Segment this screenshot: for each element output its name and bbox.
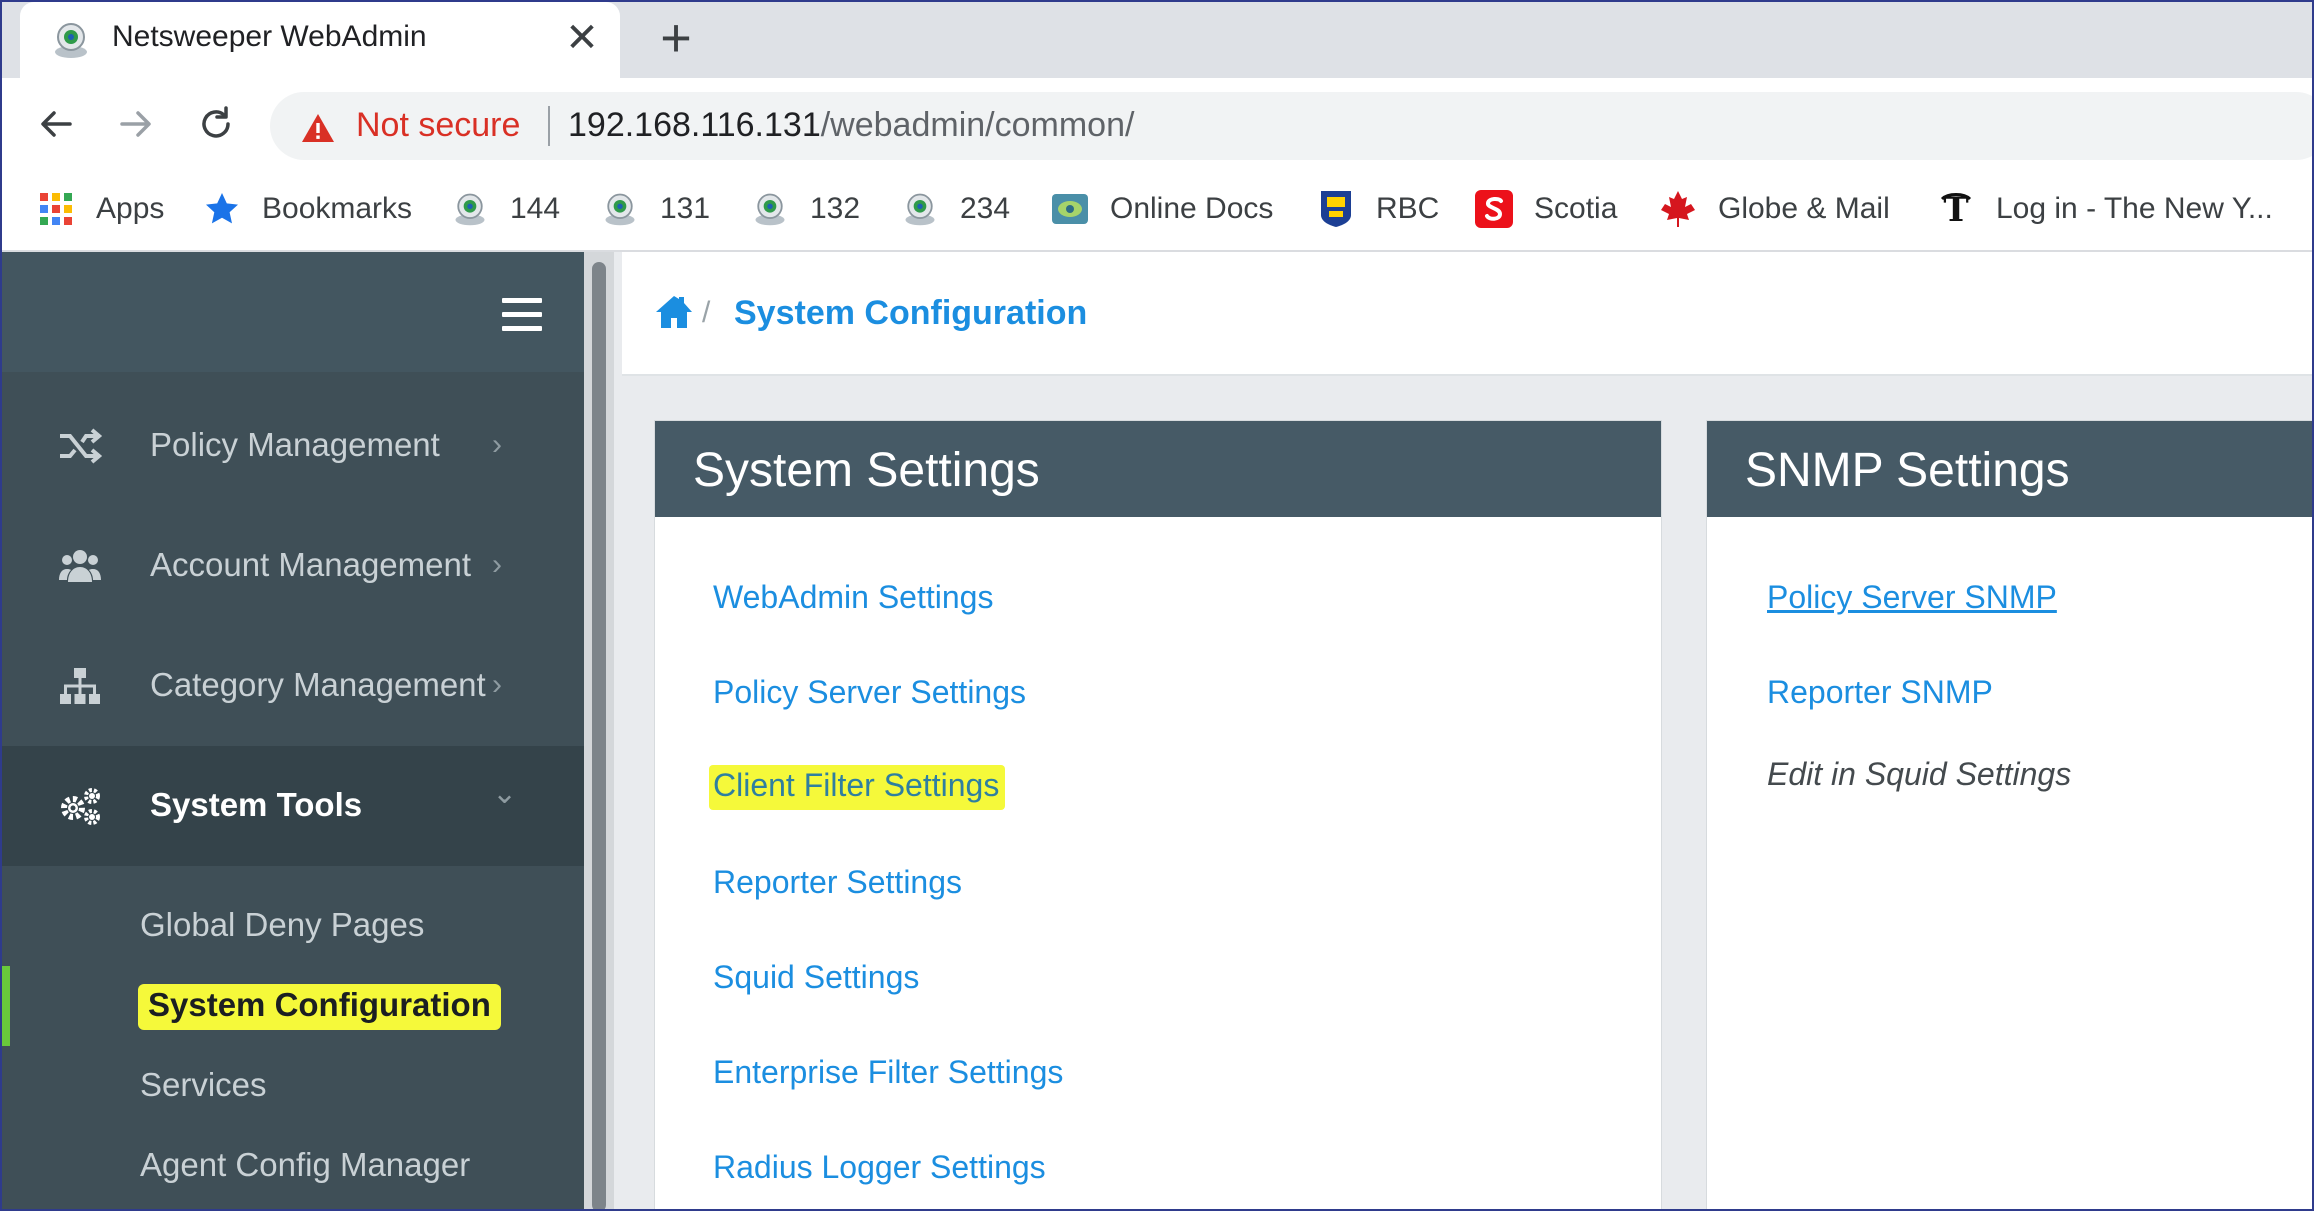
browser-tab-strip: Netsweeper WebAdmin ✕ + — [2, 2, 2312, 78]
browser-tab[interactable]: Netsweeper WebAdmin ✕ — [20, 2, 620, 78]
menu-label: Category Management — [150, 666, 486, 703]
breadcrumb: / System Configuration — [622, 252, 2312, 376]
bookmark-label: 131 — [660, 192, 711, 225]
tab-close-icon[interactable]: ✕ — [560, 14, 604, 62]
security-indicator[interactable]: Not secure — [356, 106, 520, 145]
bookmark-131[interactable]: 131 — [600, 186, 710, 232]
maple-leaf-icon — [1658, 189, 1698, 229]
menu-label: System Tools — [150, 786, 363, 823]
apps-grid-icon — [36, 189, 76, 229]
panel-title: SNMP Settings — [1707, 421, 2312, 517]
active-item-indicator — [2, 966, 10, 1046]
bookmark-label: Log in - The New Y... — [1996, 192, 2273, 225]
chevron-right-icon: › — [492, 548, 502, 581]
sidebar-item-system-tools[interactable]: System Tools ⌄ — [2, 746, 584, 866]
bookmark-rbc[interactable]: RBC — [1316, 186, 1439, 232]
home-icon[interactable] — [654, 294, 694, 330]
sidebar-item-account-management[interactable]: Account Management › — [2, 506, 584, 626]
enterprise-filter-settings-link[interactable]: Enterprise Filter Settings — [713, 1054, 1063, 1091]
bookmark-apps[interactable]: Apps — [36, 186, 164, 232]
arrow-right-icon — [120, 111, 151, 137]
bookmark-scotia[interactable]: Scotia — [1474, 186, 1617, 232]
chevron-right-icon: › — [492, 428, 502, 461]
address-bar[interactable]: Not secure 192.168.116.131/webadmin/comm… — [270, 92, 2312, 160]
url-path: /webadmin/common/ — [820, 106, 1135, 144]
squid-settings-note: Edit in Squid Settings — [1767, 756, 2072, 792]
bookmark-144[interactable]: 144 — [450, 186, 560, 232]
sidebar: Policy Management › Account Management ›… — [2, 252, 584, 1209]
page-title: System Configuration — [734, 294, 1088, 332]
bookmark-label: Online Docs — [1110, 192, 1274, 225]
bookmark-label: Bookmarks — [262, 192, 413, 225]
arrow-left-icon — [41, 111, 72, 137]
sidebar-item-policy-management[interactable]: Policy Management › — [2, 386, 584, 506]
reload-icon — [202, 106, 230, 138]
tab-title: Netsweeper WebAdmin — [112, 20, 427, 53]
sidebar-subitem-global-deny-pages[interactable]: Global Deny Pages — [140, 906, 424, 944]
scotia-icon — [1474, 189, 1514, 229]
reporter-snmp-link[interactable]: Reporter SNMP — [1767, 674, 1993, 711]
scrollbar-thumb[interactable] — [592, 262, 606, 1209]
bookmark-label: Scotia — [1534, 192, 1618, 225]
sidebar-subitem-services[interactable]: Services — [140, 1066, 267, 1104]
sidebar-scrollbar[interactable] — [584, 252, 614, 1209]
bookmark-label: Globe & Mail — [1718, 192, 1890, 225]
bookmark-label: Apps — [96, 192, 165, 225]
policy-server-snmp-link[interactable]: Policy Server SNMP — [1767, 579, 2057, 616]
sidebar-item-category-management[interactable]: Category Management › — [2, 626, 584, 746]
bookmark-label: 132 — [810, 192, 861, 225]
menu-label: Account Management — [150, 546, 472, 583]
menu-label: Policy Management — [150, 426, 440, 463]
warning-icon — [302, 114, 334, 142]
bookmark-234[interactable]: 234 — [900, 186, 1010, 232]
forward-button[interactable] — [108, 96, 164, 152]
bookmark-globe-mail[interactable]: Globe & Mail — [1658, 186, 1890, 232]
new-tab-button[interactable]: + — [650, 10, 702, 66]
sidebar-subitem-system-configuration[interactable]: System Configuration — [138, 984, 501, 1030]
policy-server-settings-link[interactable]: Policy Server Settings — [713, 674, 1026, 711]
netsweeper-icon — [900, 189, 940, 229]
squid-settings-link[interactable]: Squid Settings — [713, 959, 919, 996]
screen: Netsweeper WebAdmin ✕ + Not secure 192.1… — [0, 0, 2314, 1211]
client-filter-settings-link[interactable]: Client Filter Settings — [709, 765, 1006, 810]
webadmin-settings-link[interactable]: WebAdmin Settings — [713, 579, 993, 616]
back-button[interactable] — [28, 96, 84, 152]
bookmark-label: 144 — [510, 192, 561, 225]
netsweeper-icon — [600, 189, 640, 229]
radius-logger-settings-link[interactable]: Radius Logger Settings — [713, 1149, 1046, 1186]
snmp-settings-panel: SNMP Settings Policy Server SNMP Reporte… — [1706, 420, 2312, 1209]
breadcrumb-separator: / — [702, 296, 711, 329]
rbc-icon — [1316, 189, 1356, 229]
sitemap-icon — [60, 668, 100, 704]
star-icon — [202, 189, 242, 229]
sidebar-header — [2, 252, 584, 372]
url-text[interactable]: 192.168.116.131/webadmin/common/ — [568, 106, 1134, 145]
chevron-right-icon: › — [492, 668, 502, 701]
gears-icon — [61, 788, 100, 825]
netsweeper-icon — [750, 189, 790, 229]
bookmark-nyt[interactable]: T Log in - The New Y... — [1936, 186, 2273, 232]
bookmark-label: RBC — [1376, 192, 1440, 225]
users-icon — [59, 550, 101, 582]
panel-title: System Settings — [655, 421, 1661, 517]
reporter-settings-link[interactable]: Reporter Settings — [713, 864, 962, 901]
bookmark-label: 234 — [960, 192, 1011, 225]
netsweeper-icon — [55, 23, 87, 58]
shuffle-icon — [60, 428, 102, 464]
url-host: 192.168.116.131 — [568, 106, 821, 144]
docs-icon — [1050, 189, 1090, 229]
hamburger-menu-icon[interactable] — [502, 298, 542, 332]
netsweeper-icon — [450, 189, 490, 229]
browser-toolbar: Not secure 192.168.116.131/webadmin/comm… — [2, 78, 2312, 170]
bookmark-132[interactable]: 132 — [750, 186, 860, 232]
bookmark-bookmarks[interactable]: Bookmarks — [202, 186, 412, 232]
address-separator — [548, 106, 550, 146]
bookmark-online-docs[interactable]: Online Docs — [1050, 186, 1273, 232]
chevron-down-icon: ⌄ — [492, 777, 518, 810]
nyt-icon: T — [1936, 189, 1976, 229]
sidebar-subitem-agent-config-manager[interactable]: Agent Config Manager — [140, 1146, 470, 1184]
reload-button[interactable] — [188, 96, 244, 152]
bookmarks-bar: Apps Bookmarks 144 131 132 234 Online Do… — [2, 170, 2312, 252]
system-settings-panel: System Settings WebAdmin Settings Policy… — [654, 420, 1662, 1209]
